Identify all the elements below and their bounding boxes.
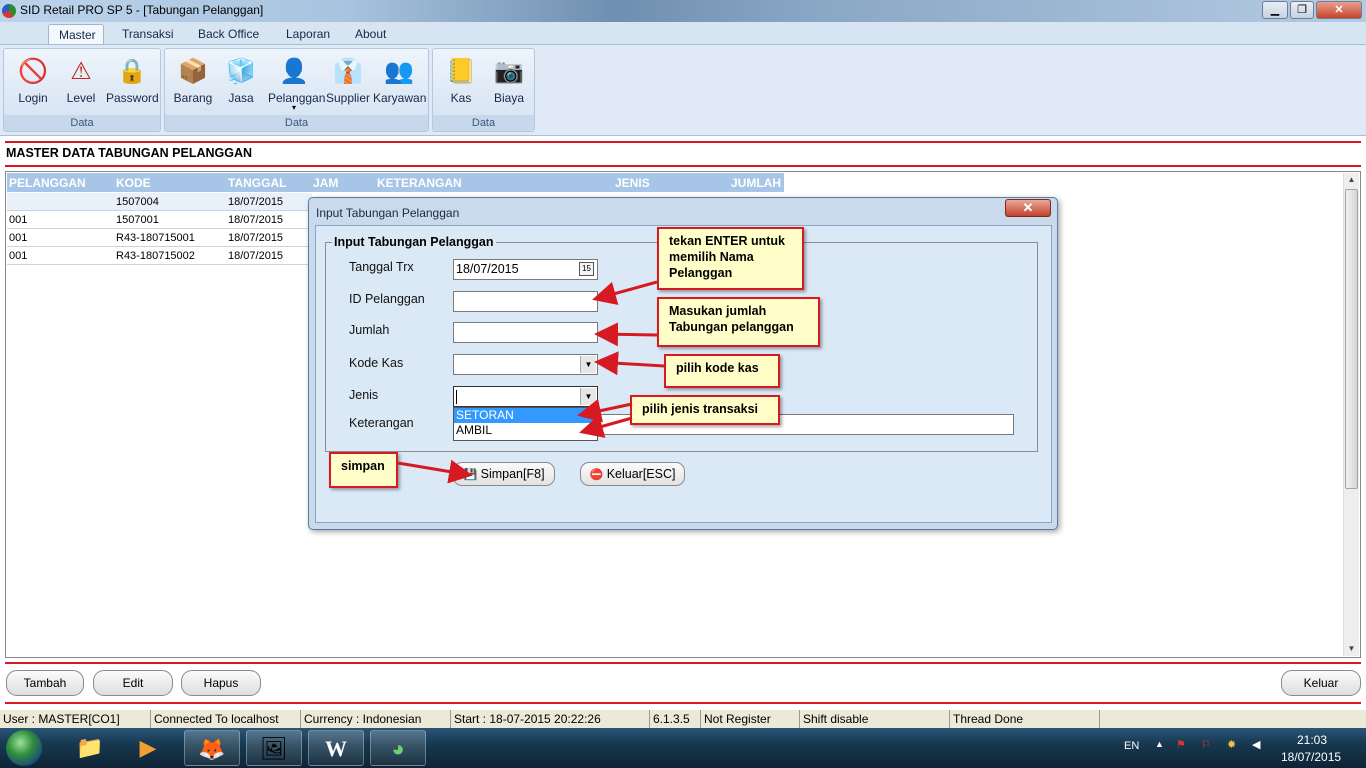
annotation-arrows	[397, 280, 665, 484]
start-button[interactable]	[6, 730, 42, 766]
firefox-taskbar-icon[interactable]: 🦊	[184, 730, 240, 766]
status-shift: Shift disable	[800, 710, 950, 728]
explorer-taskbar-icon[interactable]: 📁	[62, 730, 118, 766]
hapus-button[interactable]: Hapus	[181, 670, 261, 696]
status-user: User : MASTER[CO1]	[0, 710, 151, 728]
status-thread: Thread Done	[950, 710, 1100, 728]
language-indicator[interactable]: EN	[1124, 740, 1139, 752]
status-bar: User : MASTER[CO1] Connected To localhos…	[0, 710, 1366, 728]
volume-icon[interactable]: ◀	[1252, 738, 1260, 751]
taskbar: 📁 ▶ 🦊 🖼 W ◕ EN ▲ ⚑ ⚐ ✸ ◀ 21:03 18/07/201…	[0, 728, 1366, 768]
media-player-taskbar-icon[interactable]: ▶	[120, 730, 176, 766]
status-version: 6.1.3.5	[650, 710, 701, 728]
power-icon[interactable]: ✸	[1227, 738, 1236, 751]
clock-time[interactable]: 21:03	[1297, 733, 1327, 747]
network-icon[interactable]: ⚑	[1176, 738, 1186, 751]
arrow-jumlah	[594, 322, 658, 347]
arrow-ambil	[579, 414, 633, 438]
clock-date[interactable]: 18/07/2015	[1281, 750, 1341, 764]
flag-icon[interactable]: ⚐	[1201, 738, 1211, 751]
status-currency: Currency : Indonesian	[301, 710, 451, 728]
status-register: Not Register	[701, 710, 800, 728]
arrow-simpan	[397, 459, 473, 484]
status-start: Start : 18-07-2015 20:22:26	[451, 710, 650, 728]
keluar-button[interactable]: Keluar	[1281, 670, 1361, 696]
arrow-enter	[592, 280, 658, 306]
sid-retail-taskbar-icon[interactable]: ◕	[370, 730, 426, 766]
divider	[5, 662, 1361, 664]
arrow-kode-kas	[594, 351, 665, 376]
status-connection: Connected To localhost	[151, 710, 301, 728]
divider	[5, 702, 1361, 704]
image-viewer-taskbar-icon[interactable]: 🖼	[246, 730, 302, 766]
tambah-button[interactable]: Tambah	[6, 670, 84, 696]
arrow-setoran	[577, 398, 633, 423]
word-taskbar-icon[interactable]: W	[308, 730, 364, 766]
edit-button[interactable]: Edit	[93, 670, 173, 696]
show-hidden-icons-icon[interactable]: ▲	[1155, 739, 1164, 749]
